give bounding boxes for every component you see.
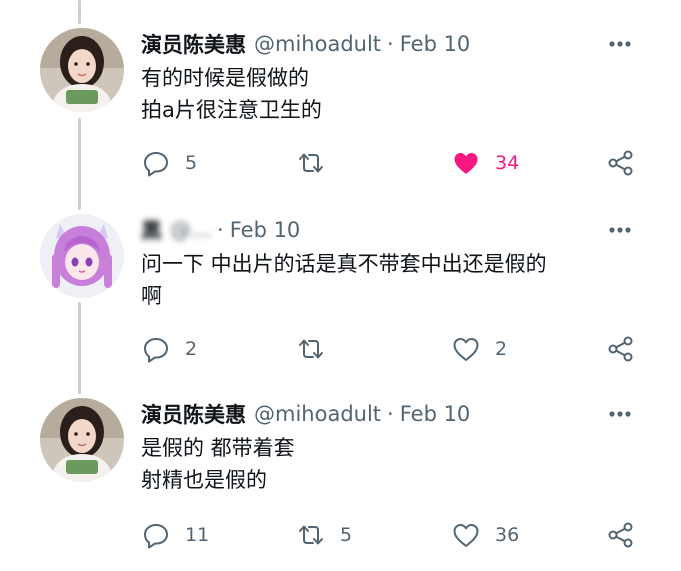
tweet[interactable]: 演员陈美惠 @mihoadult · Feb 10 有的时候是假做的 拍a片很注… (0, 28, 681, 188)
tweet[interactable]: 演员陈美惠 @mihoadult · Feb 10 是假的 都带着套 射精也是假… (0, 398, 681, 563)
like-count: 36 (495, 524, 520, 546)
avatar-image (40, 28, 124, 112)
avatar-image (40, 398, 124, 482)
more-icon[interactable] (607, 220, 633, 240)
tweet-text-line: 拍a片很注意卫生的 (141, 98, 322, 122)
action-bar: 5 34 (141, 148, 641, 178)
display-name-redacted[interactable]: 黑 (141, 215, 162, 245)
like-button[interactable]: 36 (451, 520, 519, 550)
avatar-image (40, 214, 124, 298)
tweet-header: 演员陈美惠 @mihoadult · Feb 10 (141, 398, 470, 430)
action-bar: 11 5 36 (141, 520, 641, 550)
reply-icon (144, 152, 168, 177)
user-handle-redacted[interactable]: @... (170, 218, 211, 242)
retweet-icon (299, 339, 323, 359)
retweet-button[interactable] (296, 148, 340, 178)
tweet-text-line: 问一下 中出片的话是真不带套中出还是假的 (141, 252, 547, 276)
user-handle[interactable]: @mihoadult (254, 32, 381, 56)
display-name[interactable]: 演员陈美惠 (141, 29, 246, 59)
heart-icon (453, 524, 479, 547)
avatar[interactable] (40, 398, 124, 482)
separator-dot: · (387, 402, 394, 426)
reply-button[interactable]: 2 (141, 334, 197, 364)
tweet-text: 问一下 中出片的话是真不带套中出还是假的 啊 (141, 248, 547, 312)
reply-icon (144, 338, 168, 363)
user-handle[interactable]: @mihoadult (254, 402, 381, 426)
share-icon (608, 522, 633, 548)
avatar[interactable] (40, 28, 124, 112)
like-count: 2 (495, 338, 508, 360)
timestamp[interactable]: Feb 10 (230, 218, 301, 242)
share-button[interactable] (606, 520, 636, 550)
avatar[interactable] (40, 214, 124, 298)
like-button[interactable]: 34 (451, 148, 519, 178)
display-name[interactable]: 演员陈美惠 (141, 399, 246, 429)
reply-button[interactable]: 11 (141, 520, 209, 550)
timestamp[interactable]: Feb 10 (400, 32, 471, 56)
share-icon (608, 150, 633, 176)
tweet[interactable]: 黑 @... · Feb 10 问一下 中出片的话是真不带套中出还是假的 啊 2 (0, 214, 681, 374)
retweet-icon (299, 153, 323, 173)
action-bar: 2 2 (141, 334, 641, 364)
thread-line-top (78, 0, 81, 24)
tweet-text-line: 是假的 都带着套 (141, 436, 295, 460)
tweet-text-line: 有的时候是假做的 (141, 66, 309, 90)
reply-count: 5 (185, 152, 198, 174)
tweet-header: 黑 @... · Feb 10 (141, 214, 300, 246)
tweet-header: 演员陈美惠 @mihoadult · Feb 10 (141, 28, 470, 60)
separator-dot: · (217, 218, 224, 242)
more-icon[interactable] (607, 34, 633, 54)
reply-button[interactable]: 5 (141, 148, 197, 178)
reply-icon (144, 524, 168, 549)
share-button[interactable] (606, 148, 636, 178)
separator-dot: · (387, 32, 394, 56)
share-icon (608, 336, 633, 362)
tweet-text: 是假的 都带着套 射精也是假的 (141, 432, 295, 496)
share-button[interactable] (606, 334, 636, 364)
tweet-text-line: 啊 (141, 284, 162, 308)
heart-icon (454, 153, 478, 174)
reply-count: 11 (185, 524, 210, 546)
tweet-text-line: 射精也是假的 (141, 468, 267, 492)
retweet-count: 5 (340, 524, 353, 546)
like-button[interactable]: 2 (451, 334, 507, 364)
tweet-text: 有的时候是假做的 拍a片很注意卫生的 (141, 62, 322, 126)
like-count: 34 (495, 152, 520, 174)
reply-count: 2 (185, 338, 198, 360)
retweet-icon (299, 525, 323, 545)
heart-icon (453, 338, 479, 361)
timestamp[interactable]: Feb 10 (400, 402, 471, 426)
retweet-button[interactable]: 5 (296, 520, 352, 550)
more-icon[interactable] (607, 404, 633, 424)
retweet-button[interactable] (296, 334, 340, 364)
